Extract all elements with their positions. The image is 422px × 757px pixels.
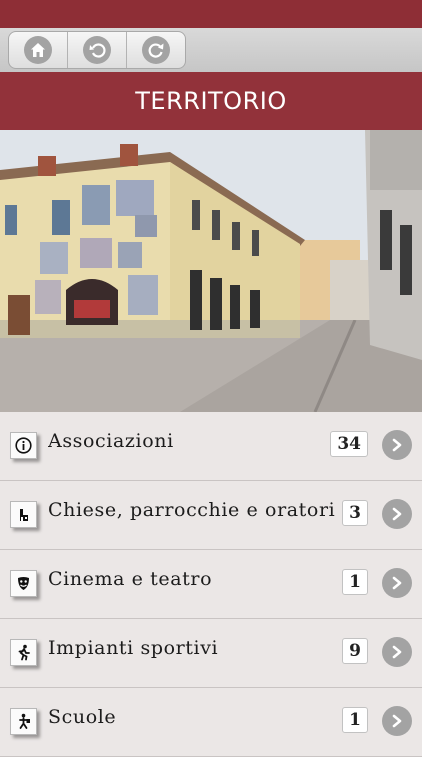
home-button[interactable] (9, 32, 68, 68)
back-button[interactable] (68, 32, 127, 68)
count-badge: 34 (330, 431, 368, 457)
toolbar (0, 28, 422, 72)
chevron-right-icon[interactable] (382, 499, 412, 529)
list-item-label: Cinema e teatro (48, 568, 213, 590)
home-icon (24, 36, 52, 64)
chevron-right-icon[interactable] (382, 430, 412, 460)
list-item-label: Scuole (48, 706, 117, 728)
list-item[interactable]: Chiese, parrocchie e oratori 3 (0, 481, 422, 550)
chevron-right-icon[interactable] (382, 637, 412, 667)
list-item-label: Associazioni (48, 430, 174, 452)
category-list: Associazioni 34 Chiese, parrocchie e ora… (0, 412, 422, 757)
student-icon (10, 708, 37, 735)
status-bar (0, 0, 422, 28)
list-item[interactable]: Associazioni 34 (0, 412, 422, 481)
list-item-label: Impianti sportivi (48, 637, 219, 659)
count-badge: 1 (342, 707, 368, 733)
street-photo (0, 130, 422, 412)
list-item[interactable]: Cinema e teatro 1 (0, 550, 422, 619)
count-badge: 3 (342, 500, 368, 526)
refresh-button[interactable] (127, 32, 185, 68)
page-header: TERRITORIO (0, 72, 422, 130)
page-title: TERRITORIO (135, 87, 287, 115)
info-icon (10, 432, 37, 459)
chevron-right-icon[interactable] (382, 568, 412, 598)
chevron-right-icon[interactable] (382, 706, 412, 736)
nav-button-group (8, 31, 186, 69)
church-icon (10, 501, 37, 528)
list-item[interactable]: Impianti sportivi 9 (0, 619, 422, 688)
back-icon (83, 36, 111, 64)
refresh-icon (142, 36, 170, 64)
list-item-label: Chiese, parrocchie e oratori (48, 499, 336, 521)
count-badge: 9 (342, 638, 368, 664)
theatre-mask-icon (10, 570, 37, 597)
runner-icon (10, 639, 37, 666)
count-badge: 1 (342, 569, 368, 595)
list-item[interactable]: Scuole 1 (0, 688, 422, 757)
